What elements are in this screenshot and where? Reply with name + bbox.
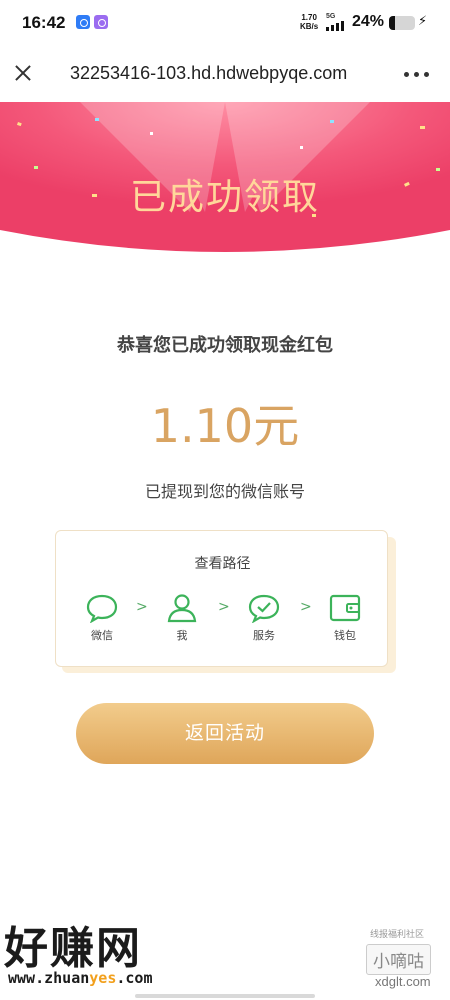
check-bubble-icon: [248, 594, 280, 623]
more-icon[interactable]: [402, 64, 432, 84]
step-label: 钱包: [334, 629, 356, 642]
watermark-logo: 好赚网: [4, 923, 142, 974]
watermark-caption: 线报福利社区: [370, 930, 425, 940]
step-label: 我: [176, 629, 188, 642]
wallet-icon: [329, 594, 361, 622]
path-title: 查看路径: [194, 556, 251, 572]
charging-icon: ⚡: [418, 14, 428, 29]
watermark-site: xdglt.com: [375, 974, 431, 989]
battery-percent: 24%: [352, 13, 385, 30]
path-card: 查看路径 微信 > 我 > 服务 > 钱包: [55, 530, 388, 667]
amount-value: 1.10元: [150, 399, 300, 453]
step-wallet: 钱包: [315, 593, 375, 643]
hero-title: 已成功领取: [129, 177, 320, 218]
step-service: 服务: [234, 593, 294, 643]
step-me: 我: [152, 593, 212, 643]
congrats-text: 恭喜您已成功领取现金红包: [117, 335, 333, 356]
notification-app-icon: [76, 15, 90, 29]
chevron-right-icon: >: [218, 599, 230, 615]
network-type: 5G: [326, 13, 336, 20]
step-label: 微信: [91, 629, 113, 642]
close-icon[interactable]: [12, 62, 34, 84]
chevron-right-icon: >: [300, 599, 312, 615]
browser-toolbar: 32253416-103.hd.hdwebpyqe.com: [0, 46, 450, 102]
network-speed-value: 1.70: [301, 13, 317, 22]
home-indicator[interactable]: [135, 994, 315, 998]
status-bar: 16:42 1.70 KB/s 5G 24% ⚡: [0, 0, 450, 46]
step-wechat: 微信: [72, 593, 132, 643]
battery-icon: [389, 16, 415, 30]
hero-banner: 已成功领取: [0, 102, 450, 252]
watermark-badge: 小嘀咕: [366, 944, 431, 975]
chat-bubble-icon: [86, 594, 118, 623]
withdraw-note: 已提现到您的微信账号: [144, 482, 305, 501]
chevron-right-icon: >: [136, 599, 148, 615]
signal-icon: 5G: [326, 13, 348, 33]
watermark-url: www.zhuanyes.com: [8, 969, 153, 987]
notification-app-icon: [94, 15, 108, 29]
network-speed-unit: KB/s: [300, 22, 319, 31]
step-label: 服务: [253, 629, 275, 642]
return-activity-button[interactable]: 返回活动: [76, 703, 374, 764]
status-time: 16:42: [22, 13, 66, 32]
user-icon: [167, 594, 197, 623]
network-speed: 1.70 KB/s: [300, 13, 318, 31]
page-url: 32253416-103.hd.hdwebpyqe.com: [70, 63, 348, 83]
